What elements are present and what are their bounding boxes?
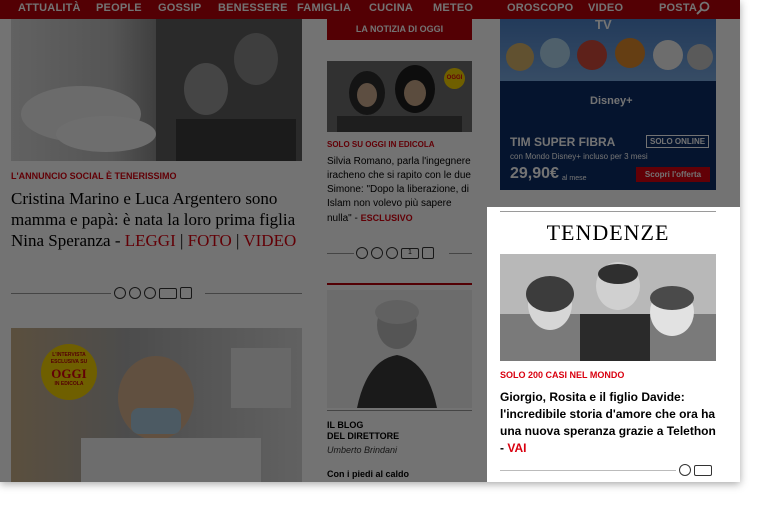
share-toolbar [114, 285, 192, 301]
tendenze-card[interactable]: TENDENZE SOLO 200 CASI NEL MONDO Giorgio… [487, 207, 740, 482]
divider [500, 470, 676, 471]
nav-item-gossip[interactable]: GOSSIP [158, 2, 201, 14]
link-vai[interactable]: VAI [507, 441, 526, 455]
news-kicker: SOLO SU OGGI IN EDICOLA [327, 140, 435, 149]
tendenze-kicker: SOLO 200 CASI NEL MONDO [500, 370, 625, 380]
tendenze-headline-text: Giorgio, Rosita e il figlio Davide: l'in… [500, 390, 716, 455]
camera-icon[interactable] [371, 247, 383, 259]
comment-icon[interactable] [679, 464, 691, 476]
tendenze-photo-art [500, 254, 716, 361]
ad-tv-label: TV [595, 17, 612, 32]
badge-line: L'INTERVISTA [52, 352, 86, 358]
disney-logo: Disney+ [590, 95, 633, 107]
link-foto[interactable]: FOTO [188, 231, 232, 250]
link-esclusivo[interactable]: ESCLUSIVO [361, 213, 413, 223]
divider [449, 253, 472, 254]
news-text[interactable]: Silvia Romano, parla l'ingegnere irachen… [327, 155, 474, 226]
comment-count[interactable]: 1 [401, 247, 419, 259]
badge-line: ESCLUSIVA SU [50, 359, 88, 365]
separator: | [236, 231, 240, 250]
news-toolbar: 1 [356, 245, 434, 261]
tendenze-title: TENDENZE [546, 220, 670, 245]
tendenze-photo[interactable] [500, 254, 716, 361]
divider [327, 253, 354, 254]
separator: | [180, 231, 184, 250]
oggi-logo: OGGI [51, 366, 87, 381]
nav-item-benessere[interactable]: BENESSERE [218, 2, 288, 14]
nav-item-attualita[interactable]: ATTUALITÀ [18, 2, 81, 14]
top-nav: ATTUALITÀ PEOPLE GOSSIP BENESSERE FAMIGL… [0, 0, 740, 19]
lead-photo[interactable] [11, 19, 302, 161]
ad-price-suffix: al mese [562, 175, 587, 182]
blog-label-line: DEL DIRETTORE [327, 431, 400, 441]
nav-item-cucina[interactable]: CUCINA [369, 2, 413, 14]
badge-line: IN EDICOLA [54, 381, 84, 387]
play-icon[interactable] [144, 287, 156, 299]
ad-online-badge: SOLO ONLINE [646, 135, 710, 148]
blog-author[interactable]: Umberto Brindani [327, 445, 397, 455]
ad-brand: TIM SUPER FIBRA [510, 135, 616, 149]
lead-kicker: L'ANNUNCIO SOCIAL È TENERISSIMO [11, 171, 177, 181]
blog-label: IL BLOG DEL DIRETTORE [327, 420, 399, 442]
comment-icon[interactable] [114, 287, 126, 299]
ad-price: 29,90€ [510, 165, 559, 182]
nav-item-meteo[interactable]: METEO [433, 2, 473, 14]
share-icon[interactable] [180, 287, 192, 299]
nav-item-famiglia[interactable]: FAMIGLIA [297, 2, 351, 14]
comment-icon[interactable] [356, 247, 368, 259]
camera-icon[interactable] [129, 287, 141, 299]
tendenze-toolbar [679, 462, 712, 478]
play-icon[interactable] [386, 247, 398, 259]
chat-icon[interactable] [159, 287, 177, 299]
lead-photo-art [21, 19, 302, 161]
nav-item-oroscopo[interactable]: OROSCOPO [507, 2, 573, 14]
divider [327, 410, 472, 411]
search-icon[interactable] [696, 1, 710, 15]
news-photo[interactable]: OGGI [327, 61, 472, 132]
blog-post-title[interactable]: Con i piedi al caldo [327, 469, 409, 479]
oggi-mini-badge: OGGI [444, 68, 465, 89]
interview-photo[interactable]: L'INTERVISTA ESCLUSIVA SU OGGI IN EDICOL… [11, 328, 302, 482]
divider [205, 293, 302, 294]
nav-item-video[interactable]: VIDEO [588, 2, 623, 14]
red-rule [327, 283, 472, 285]
page: ATTUALITÀ PEOPLE GOSSIP BENESSERE FAMIGL… [0, 0, 740, 482]
oggi-badge: L'INTERVISTA ESCLUSIVA SU OGGI IN EDICOL… [41, 344, 97, 400]
ad-subtitle: con Mondo Disney+ incluso per 3 mesi [510, 152, 648, 161]
link-video[interactable]: VIDEO [243, 231, 296, 250]
chat-icon[interactable] [694, 464, 712, 476]
nav-item-posta[interactable]: POSTA [659, 2, 697, 14]
ad-characters: TV [500, 17, 716, 81]
tendenze-headline[interactable]: Giorgio, Rosita e il figlio Davide: l'in… [500, 389, 722, 457]
ad-banner[interactable]: TV Disney+ TIM SUPER FIBRA SOLO ONLINE c… [500, 17, 716, 190]
nav-item-people[interactable]: PEOPLE [96, 2, 142, 14]
divider [11, 293, 111, 294]
lead-headline[interactable]: Cristina Marino e Luca Argentero sono ma… [11, 188, 303, 251]
share-icon[interactable] [422, 247, 434, 259]
link-leggi[interactable]: LEGGI [125, 231, 176, 250]
director-photo[interactable] [327, 290, 472, 408]
divider [500, 211, 716, 212]
blog-label-line: IL BLOG [327, 420, 364, 430]
today-news-header: LA NOTIZIA DI OGGI [327, 19, 472, 40]
ad-cta-button[interactable]: Scopri l'offerta [636, 167, 710, 182]
director-photo-art [357, 300, 437, 408]
